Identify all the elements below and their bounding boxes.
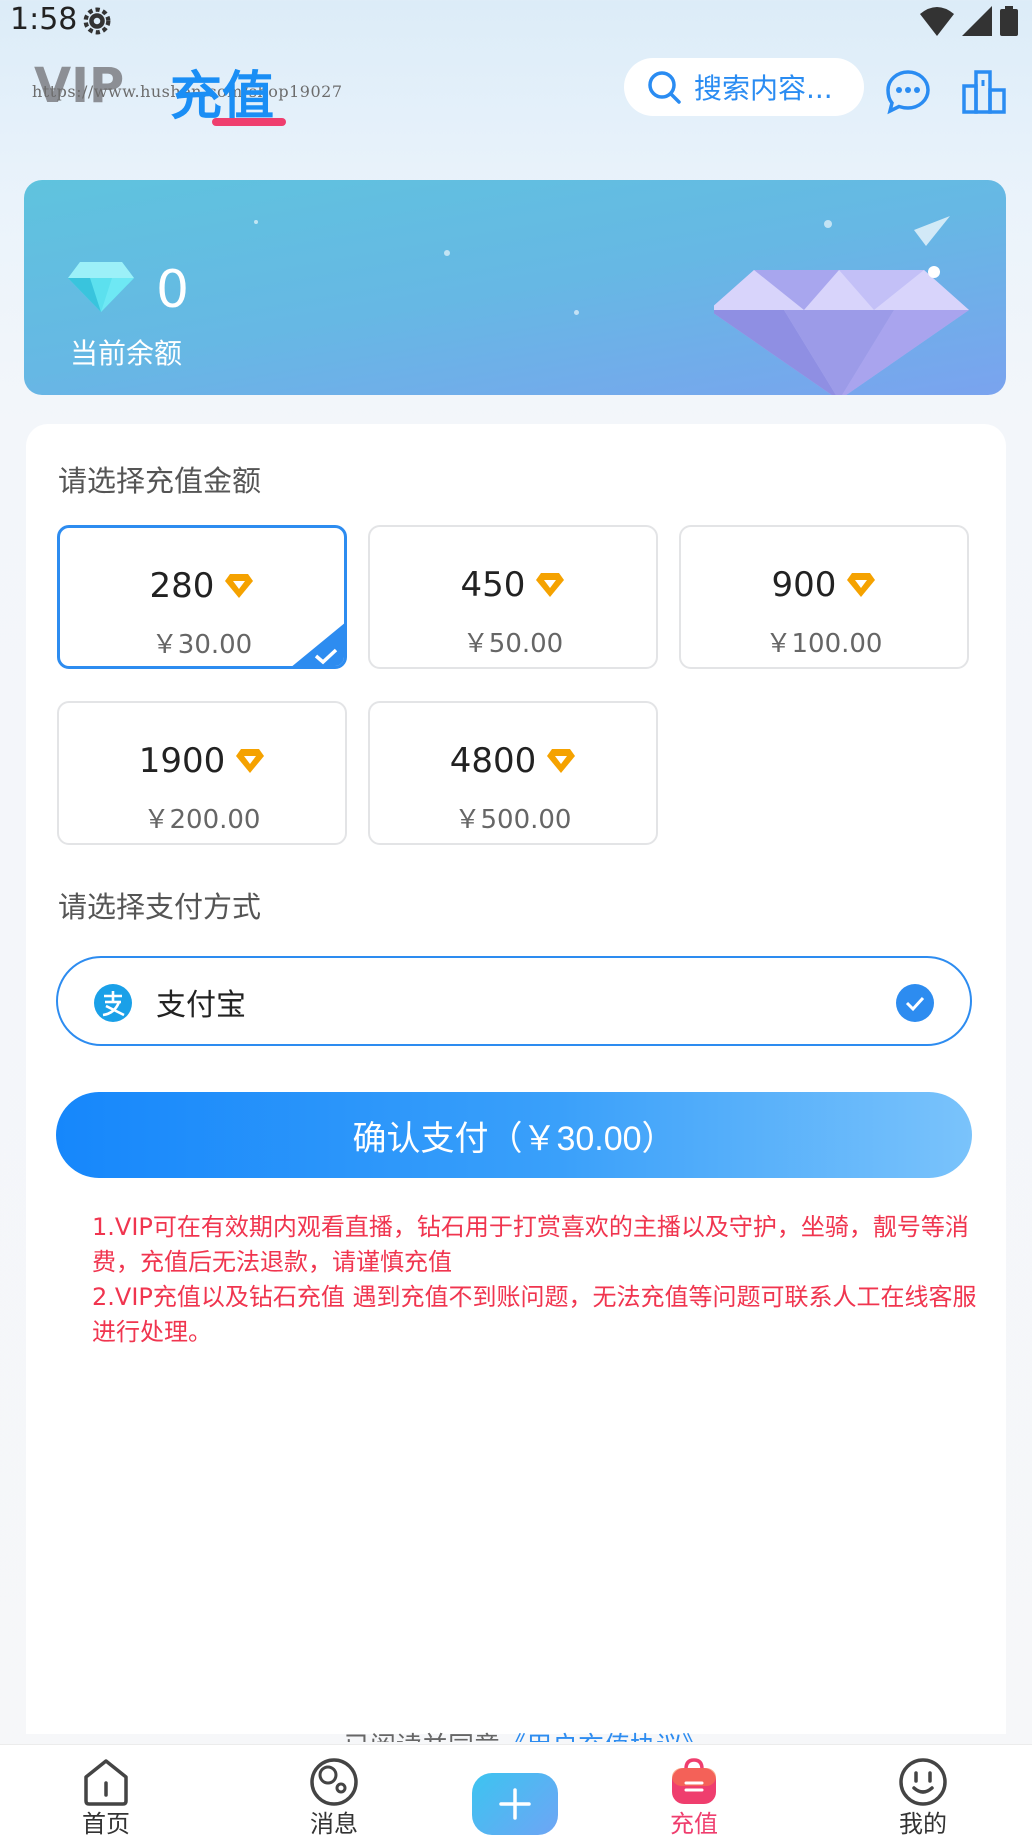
ranking-buildings-icon[interactable]: [960, 68, 1008, 116]
search-icon: [648, 71, 681, 104]
add-button[interactable]: [472, 1773, 558, 1835]
smiley-profile-icon: [899, 1758, 947, 1806]
option-diamonds: 280: [149, 566, 215, 606]
messages-icon: [310, 1758, 358, 1806]
large-diamond-illustration: [714, 216, 969, 395]
option-price: ￥50.00: [462, 629, 564, 659]
balance-value: 0: [156, 260, 190, 320]
gold-diamond-icon: [536, 573, 565, 597]
nav-item-recharge[interactable]: 充值: [634, 1745, 754, 1845]
payment-method-title: 请选择支付方式: [58, 890, 262, 924]
search-input[interactable]: 搜索内容...: [624, 58, 864, 116]
status-bar: 1:58: [0, 0, 1032, 44]
sparkle-decoration: [254, 220, 258, 224]
recharge-amount-title: 请选择充值金额: [58, 464, 262, 498]
option-price: ￥200.00: [143, 805, 261, 835]
check-circle-icon: [896, 984, 934, 1022]
shopping-bag-icon: [672, 1758, 716, 1804]
nav-label: 我的: [899, 1810, 947, 1838]
gold-diamond-icon: [847, 573, 876, 597]
recharge-option[interactable]: 280 ￥30.00: [57, 525, 347, 669]
recharge-option[interactable]: 1900 ￥200.00: [57, 701, 347, 845]
plus-icon: [499, 1788, 531, 1820]
nav-label: 首页: [82, 1810, 130, 1838]
option-diamonds: 1900: [138, 741, 226, 781]
nav-label: 充值: [670, 1810, 718, 1838]
search-placeholder: 搜索内容...: [694, 72, 833, 105]
note-line: 2.VIP充值以及钻石充值 遇到充值不到账问题，无法充值等问题可联系人工在线客服…: [92, 1283, 977, 1346]
chat-bubble-icon[interactable]: [884, 68, 932, 116]
agreement-prefix: 已阅读并同意: [344, 1732, 500, 1742]
status-time: 1:58: [10, 2, 78, 37]
battery-icon: [1000, 6, 1018, 36]
recharge-option[interactable]: 4800 ￥500.00: [368, 701, 658, 845]
wifi-icon: [920, 7, 954, 36]
option-diamonds: 4800: [449, 741, 537, 781]
gold-diamond-icon: [236, 749, 265, 773]
nav-item-home[interactable]: 首页: [46, 1745, 166, 1845]
alipay-icon: [94, 984, 132, 1022]
sparkle-decoration: [574, 310, 579, 315]
sparkle-decoration: [444, 250, 450, 256]
balance-card: 0 当前余额: [24, 180, 1006, 395]
home-icon: [84, 1759, 128, 1806]
payment-method-label: 支付宝: [156, 988, 246, 1023]
nav-item-messages[interactable]: 消息: [274, 1745, 394, 1845]
payment-option-alipay[interactable]: 支付宝: [56, 956, 972, 1046]
option-price: ￥500.00: [454, 805, 572, 835]
option-diamonds: 900: [771, 565, 837, 605]
recharge-notes: 1.VIP可在有效期内观看直播，钻石用于打赏喜欢的主播以及守护，坐骑，靓号等消费…: [92, 1210, 982, 1350]
diamond-icon: [68, 262, 134, 312]
agreement-text: 已阅读并同意《用户充值协议》: [344, 1726, 708, 1742]
bottom-nav: 首页 消息 充值 我的: [0, 1744, 1032, 1845]
confirm-payment-button[interactable]: 确认支付（￥30.00）: [56, 1092, 972, 1178]
option-price: ￥100.00: [765, 629, 883, 659]
status-icons: [920, 4, 1018, 38]
agreement-link[interactable]: 《用户充值协议》: [500, 1732, 708, 1742]
recharge-option[interactable]: 900 ￥100.00: [679, 525, 969, 669]
recharge-option[interactable]: 450 ￥50.00: [368, 525, 658, 669]
signal-icon: [962, 6, 992, 36]
note-line: 1.VIP可在有效期内观看直播，钻石用于打赏喜欢的主播以及守护，坐骑，靓号等消费…: [92, 1213, 969, 1276]
gold-diamond-icon: [225, 574, 254, 598]
active-tab-indicator: [212, 118, 286, 126]
settings-gear-icon: [83, 7, 111, 35]
nav-item-profile[interactable]: 我的: [863, 1745, 983, 1845]
option-diamonds: 450: [460, 565, 526, 605]
nav-label: 消息: [310, 1810, 358, 1838]
balance-label: 当前余额: [70, 337, 183, 370]
gold-diamond-icon: [547, 749, 576, 773]
selected-check-icon: [292, 623, 344, 666]
